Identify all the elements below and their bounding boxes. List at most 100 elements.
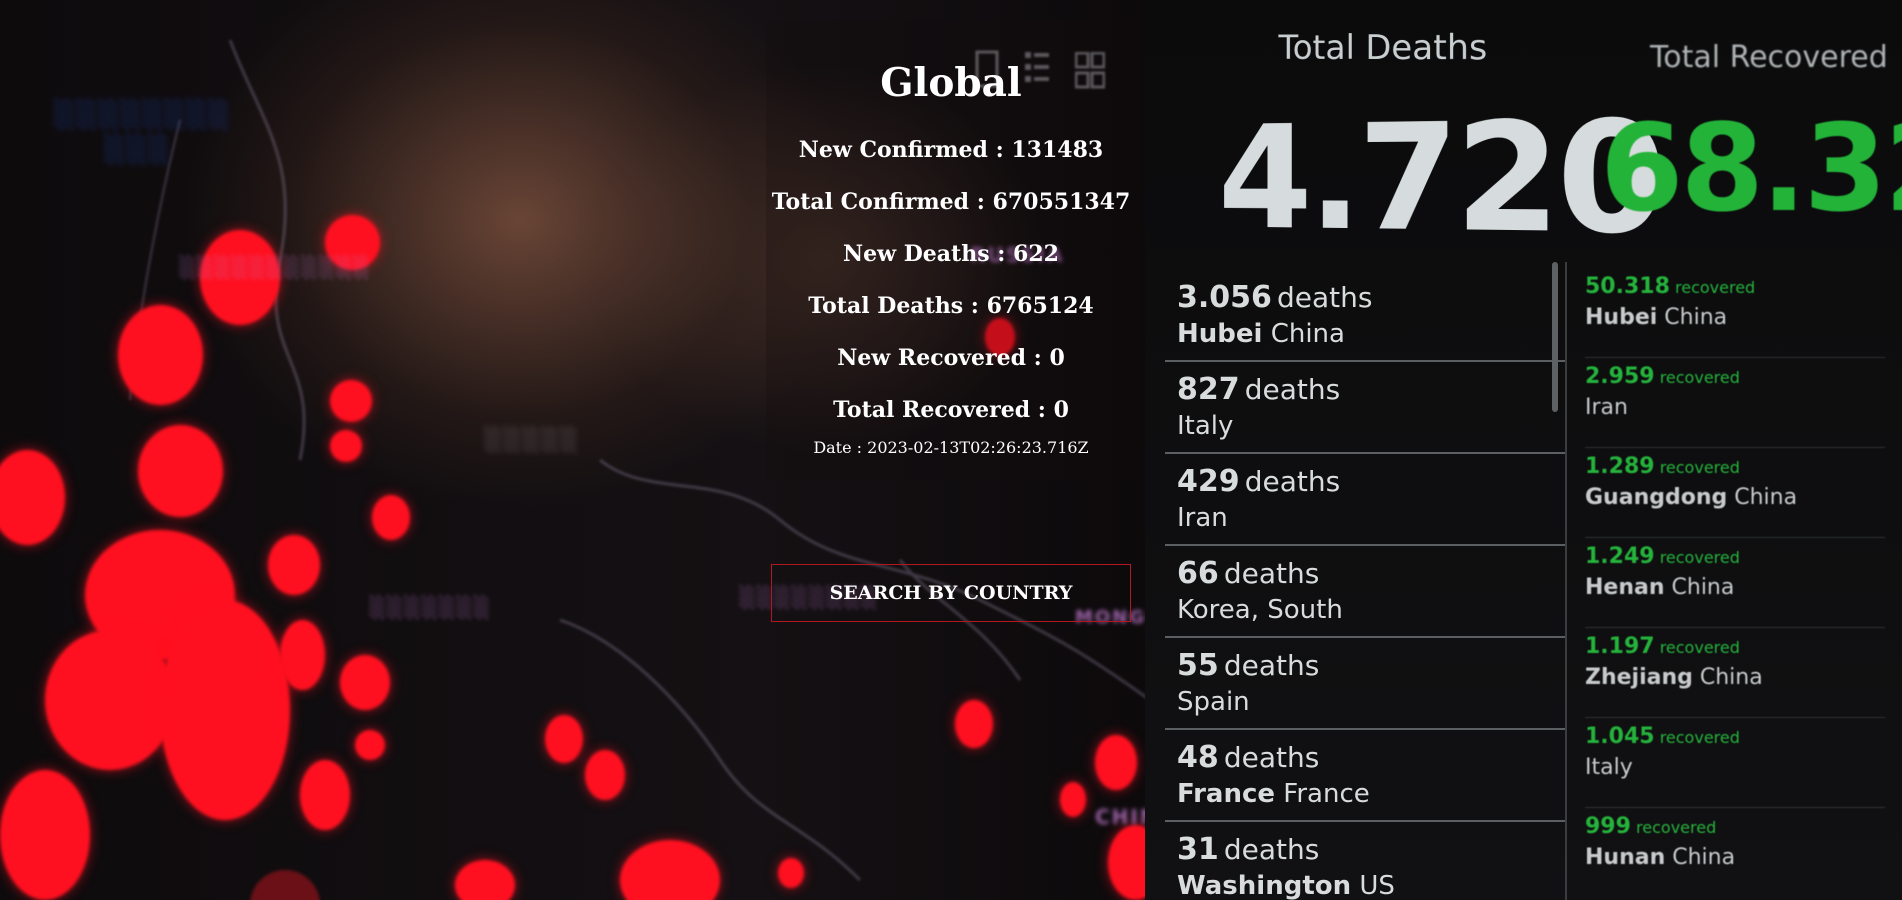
death-country: Korea, South bbox=[1177, 595, 1343, 625]
stat-value: 6765124 bbox=[987, 293, 1094, 319]
total-recovered-value: 68.324 bbox=[1600, 100, 1902, 239]
death-unit: deaths bbox=[1224, 649, 1319, 682]
death-unit: deaths bbox=[1224, 833, 1319, 866]
death-location: Spain bbox=[1177, 687, 1553, 717]
death-location: Iran bbox=[1177, 503, 1553, 533]
map-dot bbox=[1095, 735, 1137, 790]
recovered-country: China bbox=[1672, 575, 1735, 600]
stat-label: Total Confirmed bbox=[772, 189, 969, 215]
stat-total-recovered: Total Recovered : 0 bbox=[766, 384, 1136, 436]
total-deaths-value: 4.720 bbox=[1218, 87, 1663, 268]
recovered-count: 999 bbox=[1585, 814, 1631, 839]
map-dot bbox=[1060, 782, 1086, 817]
map-label-blurred: ░░░░░░░ bbox=[370, 595, 492, 619]
stat-label: New Recovered bbox=[837, 345, 1026, 371]
scrollbar-thumb bbox=[1552, 262, 1558, 412]
map-label-blurred: ░░░░░░░░ bbox=[55, 100, 231, 130]
stat-value: 0 bbox=[1049, 345, 1064, 371]
death-country: France bbox=[1283, 779, 1369, 809]
recovered-count: 1.289 bbox=[1585, 454, 1655, 479]
stat-total-confirmed: Total Confirmed : 670551347 bbox=[766, 176, 1136, 228]
list-item: 66 deaths Korea, South bbox=[1165, 546, 1565, 638]
map-dot bbox=[118, 305, 203, 405]
death-count: 31 bbox=[1177, 832, 1219, 867]
stat-separator: : bbox=[990, 241, 1013, 267]
date-value: 2023-02-13T02:26:23.716Z bbox=[867, 438, 1089, 457]
recovered-location: Hunan China bbox=[1585, 845, 1885, 870]
deaths-list: 3.056 deaths Hubei China 827 deaths Ital… bbox=[1165, 270, 1565, 900]
map-dot bbox=[268, 535, 320, 595]
recovered-location: Hubei China bbox=[1585, 305, 1885, 330]
stat-total-deaths: Total Deaths : 6765124 bbox=[766, 280, 1136, 332]
recovered-unit: recovered bbox=[1660, 728, 1740, 747]
recovered-unit: recovered bbox=[1660, 548, 1740, 567]
death-unit: deaths bbox=[1224, 557, 1319, 590]
stat-separator: : bbox=[963, 293, 986, 319]
recovered-unit: recovered bbox=[1636, 818, 1716, 837]
recovered-region: Guangdong bbox=[1585, 485, 1727, 510]
dashboard-photo: Total Deaths 4.720 Total Recovered 68.32… bbox=[1145, 0, 1902, 900]
death-location: Hubei China bbox=[1177, 319, 1553, 349]
stat-label: New Deaths bbox=[843, 241, 990, 267]
search-by-country-button[interactable]: SEARCH BY COUNTRY bbox=[771, 564, 1131, 622]
stat-value: 670551347 bbox=[993, 189, 1131, 215]
death-unit: deaths bbox=[1245, 373, 1340, 406]
list-item: 2.959 recovered Iran bbox=[1585, 358, 1885, 448]
map-dot bbox=[340, 655, 390, 710]
map-dot bbox=[300, 760, 350, 830]
total-deaths-title: Total Deaths bbox=[1279, 27, 1488, 68]
death-count: 66 bbox=[1177, 556, 1219, 591]
death-unit: deaths bbox=[1224, 741, 1319, 774]
recovered-region: Zhejiang bbox=[1585, 665, 1693, 690]
map-dot bbox=[372, 495, 410, 540]
map-dot bbox=[0, 770, 90, 900]
column-divider bbox=[1565, 262, 1567, 900]
recovered-country: Iran bbox=[1585, 395, 1628, 420]
recovered-unit: recovered bbox=[1660, 368, 1740, 387]
death-country: Iran bbox=[1177, 503, 1228, 533]
list-item: 1.197 recovered Zhejiang China bbox=[1585, 628, 1885, 718]
list-item: 3.056 deaths Hubei China bbox=[1165, 270, 1565, 362]
stat-value: 622 bbox=[1013, 241, 1059, 267]
death-count: 3.056 bbox=[1177, 280, 1272, 315]
recovered-country: China bbox=[1672, 845, 1735, 870]
stat-label: Total Recovered bbox=[833, 397, 1030, 423]
stat-value: 131483 bbox=[1011, 137, 1103, 163]
stat-new-deaths: New Deaths : 622 bbox=[766, 228, 1136, 280]
map-dot bbox=[330, 380, 372, 422]
recovered-count: 1.249 bbox=[1585, 544, 1655, 569]
stat-label: New Confirmed bbox=[799, 137, 988, 163]
stat-new-confirmed: New Confirmed : 131483 bbox=[766, 124, 1136, 176]
page-title: Global bbox=[766, 60, 1136, 106]
death-count: 827 bbox=[1177, 372, 1240, 407]
map-label-blurred: ░░░ bbox=[105, 135, 171, 165]
stat-separator: : bbox=[1030, 397, 1053, 423]
list-item: 1.249 recovered Henan China bbox=[1585, 538, 1885, 628]
death-count: 429 bbox=[1177, 464, 1240, 499]
list-item: 50.318 recovered Hubei China bbox=[1585, 268, 1885, 358]
list-item: 1.289 recovered Guangdong China bbox=[1585, 448, 1885, 538]
death-location: Washington US bbox=[1177, 871, 1553, 900]
date-stamp: Date : 2023-02-13T02:26:23.716Z bbox=[766, 438, 1136, 457]
map-dot bbox=[955, 700, 993, 748]
recovered-country: China bbox=[1664, 305, 1727, 330]
map-dot bbox=[585, 750, 625, 800]
total-recovered-title: Total Recovered bbox=[1650, 40, 1888, 75]
death-region: Washington bbox=[1177, 871, 1351, 900]
death-count: 48 bbox=[1177, 740, 1219, 775]
list-item: 827 deaths Italy bbox=[1165, 362, 1565, 454]
death-unit: deaths bbox=[1245, 465, 1340, 498]
date-separator: : bbox=[852, 438, 868, 457]
map-dot bbox=[355, 730, 385, 760]
map-label-blurred: ░░░░░ bbox=[485, 428, 580, 453]
list-item: 999 recovered Hunan China bbox=[1585, 808, 1885, 898]
stat-new-recovered: New Recovered : 0 bbox=[766, 332, 1136, 384]
map-dot bbox=[545, 715, 583, 763]
list-item: 55 deaths Spain bbox=[1165, 638, 1565, 730]
recovered-region: Hunan bbox=[1585, 845, 1665, 870]
recovered-country: China bbox=[1700, 665, 1763, 690]
stat-value: 0 bbox=[1054, 397, 1069, 423]
stat-label: Total Deaths bbox=[808, 293, 963, 319]
death-region: France bbox=[1177, 779, 1275, 809]
list-item: 48 deaths France France bbox=[1165, 730, 1565, 822]
